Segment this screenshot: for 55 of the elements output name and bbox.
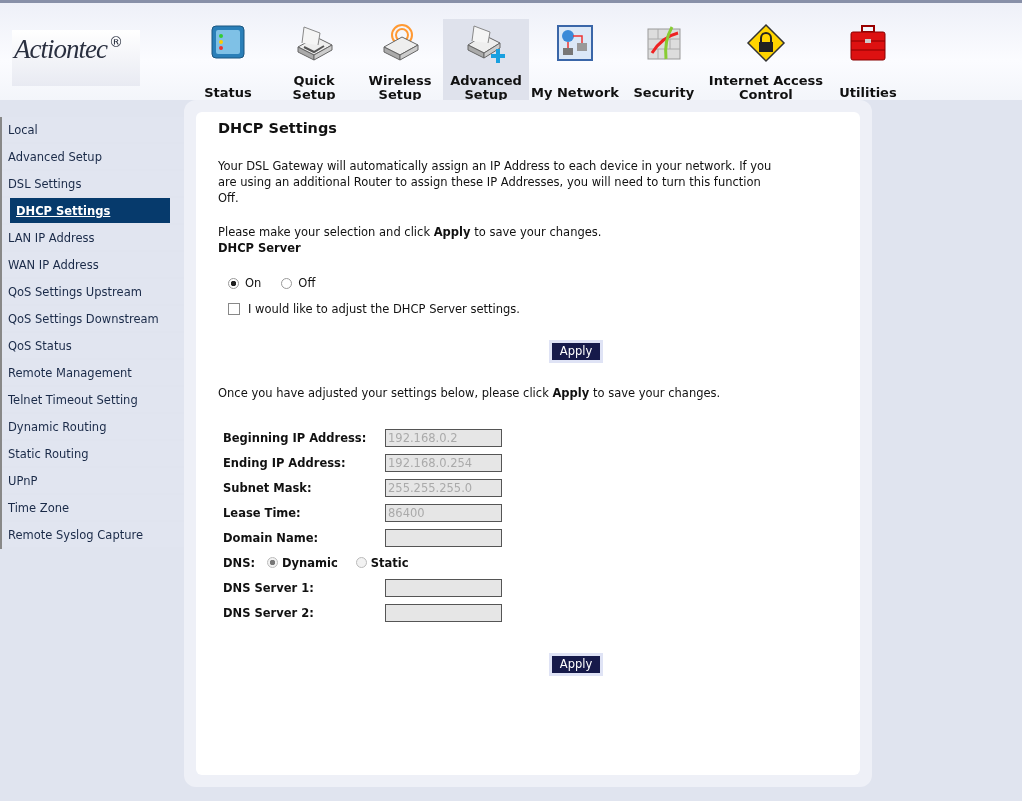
radio-label: Off	[298, 276, 316, 290]
dhcp-server-label: DHCP Server	[218, 240, 302, 256]
sidebar-item[interactable]: LAN IP Address	[2, 230, 95, 245]
radio-label: Dynamic	[282, 555, 338, 570]
field-label: Subnet Mask:	[223, 480, 313, 495]
padlock-warning-icon[interactable]	[745, 23, 786, 63]
sidebar-item[interactable]: DSL Settings	[2, 176, 82, 191]
field-label: Lease Time:	[223, 505, 302, 520]
nav-tab[interactable]: Quick Setup	[271, 19, 357, 100]
nav-tab[interactable]: Security	[620, 19, 707, 100]
scanner-with-waves-icon[interactable]	[380, 23, 420, 63]
sidebar-item[interactable]: Remote Management	[2, 365, 132, 380]
sidebar-item[interactable]: Advanced Setup	[2, 149, 102, 164]
checkbox-label: I would like to adjust the DHCP Server settings.	[248, 302, 521, 316]
sidebar-item[interactable]: Local	[2, 122, 38, 137]
field-label: Beginning IP Address:	[223, 430, 368, 445]
sidebar-item[interactable]: QoS Settings Upstream	[2, 284, 142, 299]
note-text: Once you have adjusted your settings below, please click Apply to save your changes.	[218, 385, 722, 401]
nav-tab[interactable]: Advanced Setup	[443, 19, 529, 100]
field-label: DNS Server 2:	[223, 605, 315, 620]
toolbox-icon[interactable]	[848, 23, 888, 63]
field-label: DNS:	[223, 555, 256, 570]
sidebar-item[interactable]: Static Routing	[2, 446, 89, 461]
sidebar-item[interactable]: QoS Status	[2, 338, 72, 353]
sidebar-item[interactable]: DHCP Settings	[10, 198, 170, 223]
page-title: DHCP Settings	[218, 120, 338, 136]
checkbox[interactable]	[228, 303, 240, 315]
nav-tab[interactable]: Utilities	[825, 19, 911, 100]
scanner-icon[interactable]	[294, 23, 334, 63]
sidebar-item[interactable]: Telnet Timeout Setting	[2, 392, 138, 407]
radio-label: Static	[370, 555, 409, 570]
field-label: DNS Server 1:	[223, 580, 315, 595]
nav-tab[interactable]: Wireless Setup	[357, 19, 443, 100]
nav-tab[interactable]: Status	[185, 19, 271, 100]
intro-text: Your DSL Gateway will automatically assign an IP Address to each device in your network. If you are using an additional Router to assign these IP Addresses, you will need to turn this function Off.	[218, 158, 773, 206]
field-label: Ending IP Address:	[223, 455, 347, 470]
radio-button[interactable]	[281, 277, 293, 289]
logo-text: Actiontec	[12, 34, 107, 65]
sidebar-item[interactable]: Dynamic Routing	[2, 419, 107, 434]
instruction-text: Please make your selection and click Apply to save your changes.	[218, 224, 603, 240]
sidebar-item[interactable]: QoS Settings Downstream	[2, 311, 159, 326]
nav-tab[interactable]: Internet Access Control	[706, 19, 825, 100]
nav-tab[interactable]: My Network	[529, 19, 621, 100]
radio-button[interactable]	[228, 277, 239, 289]
radio-label: On	[245, 276, 262, 290]
sidebar-item[interactable]: Remote Syslog Capture	[2, 527, 144, 542]
network-diagram-icon[interactable]	[554, 23, 595, 63]
scanner-with-plus-icon[interactable]	[466, 23, 506, 63]
apply-button[interactable]: Apply	[551, 343, 601, 360]
sidebar-item[interactable]: UPnP	[2, 473, 38, 488]
sidebar-item[interactable]: WAN IP Address	[2, 257, 99, 272]
field-label: Domain Name:	[223, 530, 320, 545]
sidebar-item[interactable]: Time Zone	[2, 500, 70, 515]
apply-button[interactable]: Apply	[551, 656, 601, 673]
registered-mark: ®	[108, 34, 123, 50]
